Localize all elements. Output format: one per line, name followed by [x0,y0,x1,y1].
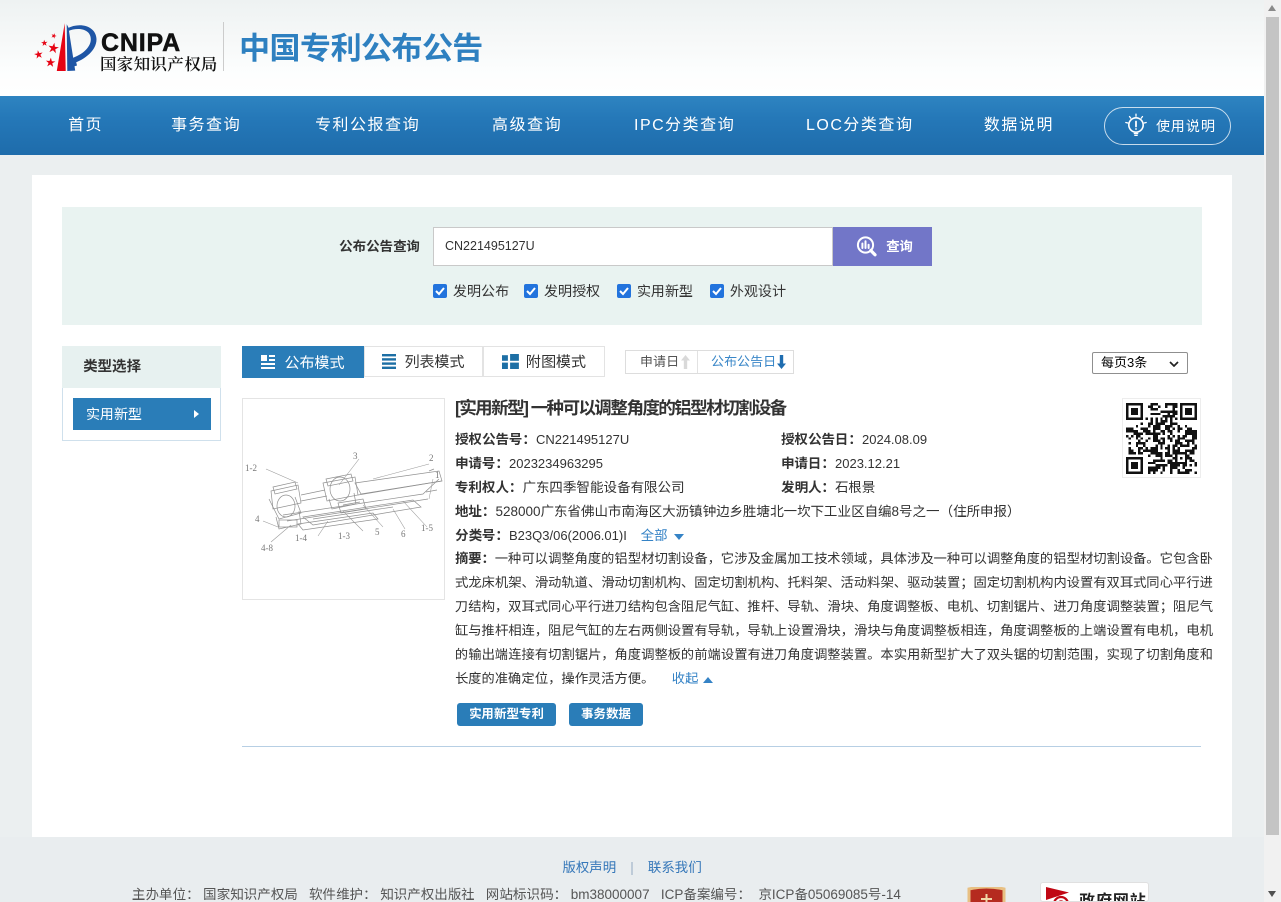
svg-text:1-2: 1-2 [245,463,257,473]
svg-text:4-8: 4-8 [261,543,273,553]
svg-text:3: 3 [353,451,358,461]
svg-text:1: 1 [435,470,440,480]
svg-text:1-5: 1-5 [421,523,433,533]
svg-text:1-4: 1-4 [295,533,307,543]
svg-text:4: 4 [255,514,260,524]
svg-text:5: 5 [375,527,380,537]
svg-text:6: 6 [401,529,406,539]
svg-text:1-3: 1-3 [338,531,350,541]
svg-text:2: 2 [429,453,434,463]
